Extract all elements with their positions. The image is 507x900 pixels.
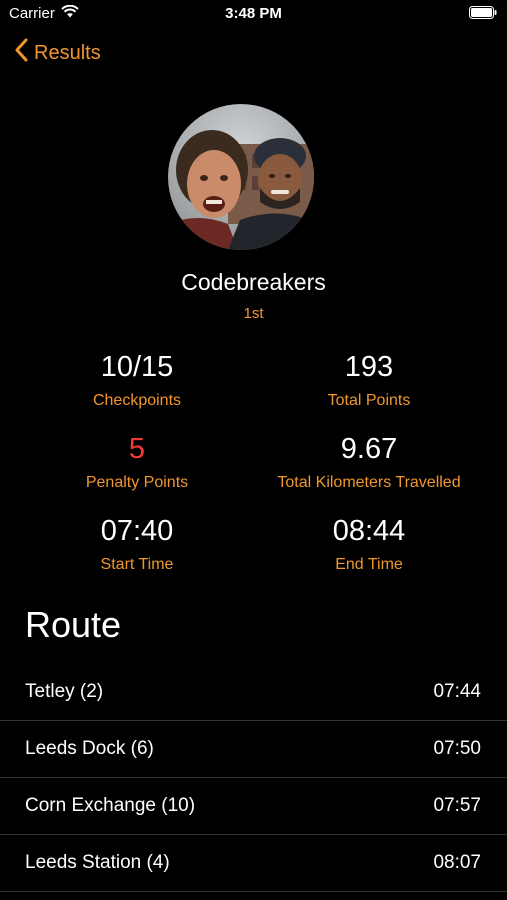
stat-label: Total Points xyxy=(327,392,411,409)
team-name: Codebreakers xyxy=(181,269,326,295)
stat-label: End Time xyxy=(335,556,403,573)
route-item[interactable]: Leeds Station (4) 08:07 xyxy=(0,835,507,892)
stat-label: Total Kilometers Travelled xyxy=(277,474,461,491)
route-title: Route xyxy=(25,604,122,645)
stat-penalty-points: 5 Penalty Points xyxy=(10,432,264,492)
battery-icon xyxy=(469,6,497,24)
stat-value: 9.67 xyxy=(340,433,398,465)
status-time: 3:48 PM xyxy=(225,5,282,22)
route-item-time: 07:50 xyxy=(433,738,481,759)
stat-label: Penalty Points xyxy=(85,474,189,491)
team-avatar xyxy=(168,104,314,250)
stat-value: 07:40 xyxy=(100,515,174,547)
stat-label: Start Time xyxy=(100,556,174,573)
status-bar: Carrier 3:48 PM xyxy=(0,0,507,28)
route-item-name: Corn Exchange (10) xyxy=(25,795,196,816)
chevron-left-icon xyxy=(14,38,28,68)
stat-distance: 9.67 Total Kilometers Travelled xyxy=(242,432,496,492)
back-label: Results xyxy=(34,41,101,64)
stat-value: 5 xyxy=(128,433,146,465)
route-item-time: 07:57 xyxy=(433,795,481,816)
stat-end-time: 08:44 End Time xyxy=(242,514,496,574)
stat-value: 08:44 xyxy=(332,515,406,547)
route-item-name: Leeds Station (4) xyxy=(25,852,170,873)
stat-value: 10/15 xyxy=(100,351,174,383)
stat-total-points: 193 Total Points xyxy=(242,350,496,410)
route-item-name: Tetley (2) xyxy=(25,681,104,702)
route-item[interactable]: Corn Exchange (10) 07:57 xyxy=(0,778,507,835)
team-rank: 1st xyxy=(243,305,264,322)
back-button[interactable]: Results xyxy=(14,38,101,68)
route-item-time: 08:07 xyxy=(433,852,481,873)
route-item[interactable]: Tetley (2) 07:44 xyxy=(0,664,507,721)
route-item[interactable]: Leeds Dock (6) 07:50 xyxy=(0,721,507,778)
stat-label: Checkpoints xyxy=(92,392,182,409)
route-item-time: 07:44 xyxy=(433,681,481,702)
stat-checkpoints: 10/15 Checkpoints xyxy=(10,350,264,410)
route-item-name: Leeds Dock (6) xyxy=(25,738,154,759)
stat-start-time: 07:40 Start Time xyxy=(10,514,264,574)
stat-value: 193 xyxy=(344,351,394,383)
route-list: Tetley (2) 07:44 Leeds Dock (6) 07:50 Co… xyxy=(0,664,507,892)
